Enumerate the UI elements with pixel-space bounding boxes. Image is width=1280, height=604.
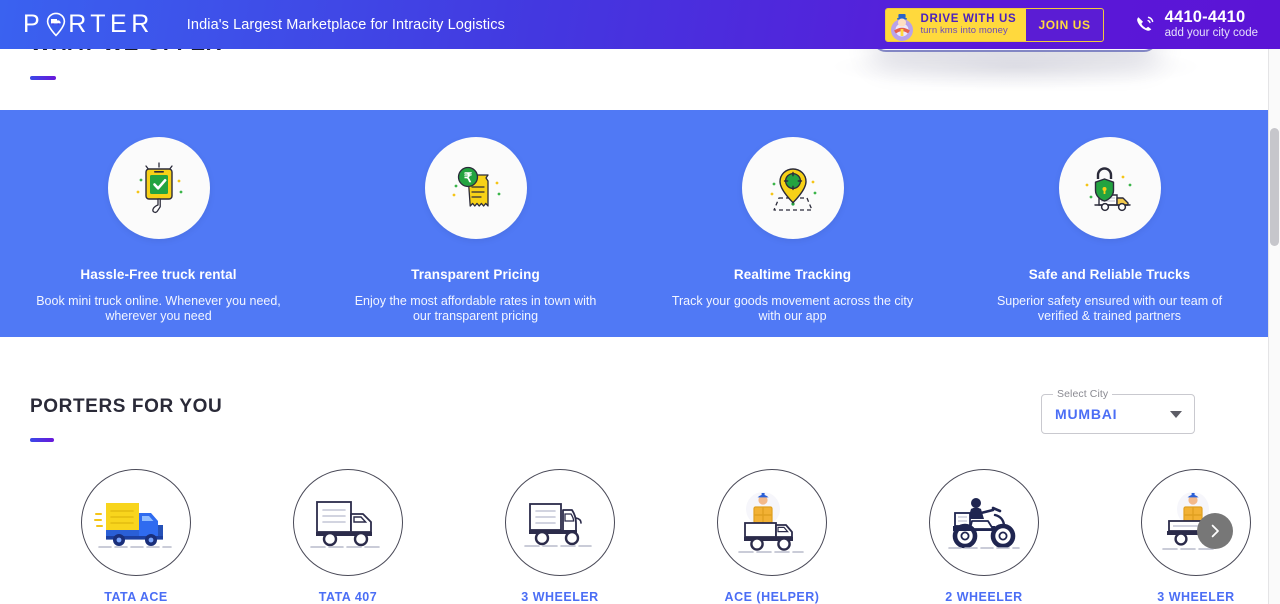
drive-subtitle: turn kms into money xyxy=(920,25,1008,36)
drive-with-us-text: DRIVE WITH US turn kms into money xyxy=(918,8,1027,41)
tata-ace-truck-icon xyxy=(81,469,191,576)
select-city-value: MUMBAI xyxy=(1055,406,1118,422)
offer-desc: Book mini truck online. Whenever you nee… xyxy=(36,294,281,323)
offer-desc: Enjoy the most affordable rates in town … xyxy=(354,294,597,323)
chevron-right-icon xyxy=(1207,523,1223,539)
vehicle-label: 3 WHEELER xyxy=(1157,590,1235,604)
offer-card-safe-reliable: Safe and Reliable Trucks Superior safety… xyxy=(951,137,1268,324)
page-root: P RTER India's Largest Marketplace for I… xyxy=(0,0,1280,604)
lock-truck-icon xyxy=(1058,137,1161,239)
carousel-next-button[interactable] xyxy=(1197,513,1233,549)
rupee-receipt-icon: ₹ xyxy=(424,137,527,239)
map-pin-truck-icon xyxy=(46,12,66,37)
map-pin-tracking-icon xyxy=(741,137,844,239)
vehicle-carousel[interactable]: TATA ACE TATA 407 3 WHEELER ACE (HELPER)… xyxy=(30,469,1268,604)
offer-desc: Track your goods movement across the cit… xyxy=(671,294,914,323)
offer-card-realtime-tracking: Realtime Tracking Track your goods movem… xyxy=(634,137,951,324)
phone-note: add your city code xyxy=(1164,27,1258,39)
section-title: PORTERS FOR YOU xyxy=(30,396,223,417)
offer-desc: Superior safety ensured with our team of… xyxy=(996,294,1223,323)
drive-with-us-banner[interactable]: DRIVE WITH US turn kms into money JOIN U… xyxy=(885,7,1104,42)
three-wheeler-icon xyxy=(505,469,615,576)
navbar-right-group: DRIVE WITH US turn kms into money JOIN U… xyxy=(885,7,1258,42)
drive-title: DRIVE WITH US xyxy=(920,13,1017,25)
vehicle-card-tata-ace[interactable]: TATA ACE xyxy=(30,469,242,604)
top-navbar: P RTER India's Largest Marketplace for I… xyxy=(0,0,1280,49)
vehicle-card-3-wheeler[interactable]: 3 WHEELER xyxy=(454,469,666,604)
offer-title: Safe and Reliable Trucks xyxy=(1028,267,1191,282)
logo-text-rter: RTER xyxy=(68,10,154,38)
offer-title: Realtime Tracking xyxy=(733,267,852,282)
porters-for-you-heading: PORTERS FOR YOU xyxy=(30,396,222,442)
vehicle-card-3-wheeler-helper[interactable]: 3 WHEELER xyxy=(1090,469,1280,604)
vehicle-card-tata-407[interactable]: TATA 407 xyxy=(242,469,454,604)
page-scrollbar-thumb[interactable] xyxy=(1270,128,1279,246)
vehicle-label: ACE (HELPER) xyxy=(724,590,820,604)
phone-call-icon xyxy=(1134,14,1156,36)
navbar-tagline: India's Largest Marketplace for Intracit… xyxy=(186,16,505,33)
phone-number: 4410-4410 xyxy=(1164,8,1246,26)
ace-helper-truck-icon xyxy=(717,469,827,576)
mobile-checkmark-icon xyxy=(107,137,210,239)
vehicle-label: 2 WHEELER xyxy=(945,590,1023,604)
driver-avatar-icon xyxy=(886,8,919,41)
tata-407-truck-icon xyxy=(293,469,403,576)
porter-logo[interactable]: P RTER xyxy=(23,10,154,39)
page-scrollbar-track[interactable] xyxy=(1268,0,1280,604)
vehicle-label: TATA ACE xyxy=(104,590,168,604)
select-city-dropdown[interactable]: Select City MUMBAI xyxy=(1041,388,1195,434)
title-accent-bar xyxy=(30,76,56,80)
vehicle-label: 3 WHEELER xyxy=(521,590,599,604)
select-city-label: Select City xyxy=(1053,388,1113,400)
phone-text-group: 4410-4410 add your city code xyxy=(1165,9,1258,40)
offer-card-hassle-free: Hassle-Free truck rental Book mini truck… xyxy=(0,137,317,324)
logo-text-p: P xyxy=(23,10,45,38)
offer-card-transparent-pricing: ₹ Transparent Pricing Enjoy the most aff… xyxy=(317,137,634,324)
svg-text:₹: ₹ xyxy=(463,170,472,185)
section-accent-bar xyxy=(30,438,54,442)
offer-title: Transparent Pricing xyxy=(411,267,540,282)
join-us-button[interactable]: JOIN US xyxy=(1026,9,1102,41)
support-phone-block[interactable]: 4410-4410 add your city code xyxy=(1134,9,1258,40)
three-wheeler-helper-icon xyxy=(1141,469,1251,576)
offers-band: Hassle-Free truck rental Book mini truck… xyxy=(0,110,1268,337)
chevron-down-icon[interactable] xyxy=(1170,410,1182,418)
two-wheeler-bike-icon xyxy=(929,469,1039,576)
offer-title: Hassle-Free truck rental xyxy=(80,267,237,282)
vehicle-label: TATA 407 xyxy=(318,590,378,604)
vehicle-card-ace-helper[interactable]: ACE (HELPER) xyxy=(666,469,878,604)
vehicle-card-2-wheeler[interactable]: 2 WHEELER xyxy=(878,469,1090,604)
